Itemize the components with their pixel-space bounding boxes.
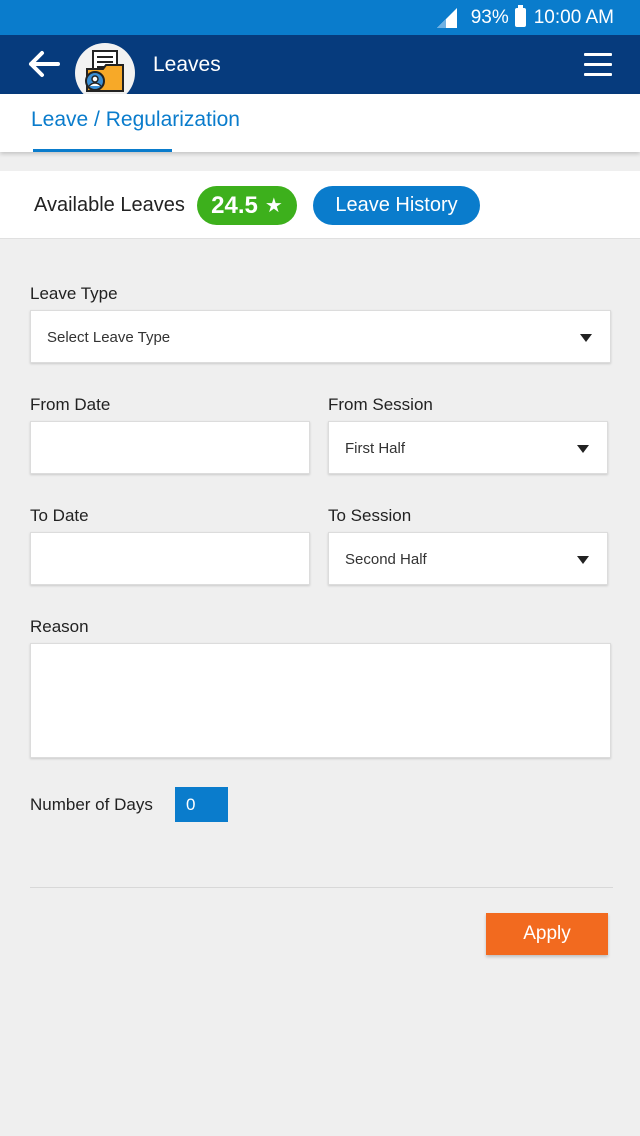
page-title: Leaves — [153, 53, 221, 76]
dropdown-caret-icon — [577, 445, 589, 453]
to-date-field[interactable] — [30, 532, 310, 585]
active-tab-indicator — [33, 149, 172, 152]
tab-leave-regularization[interactable]: Leave / Regularization — [31, 108, 240, 132]
number-of-days-label: Number of Days — [30, 795, 153, 814]
clock: 10:00 AM — [533, 6, 614, 28]
available-leaves-label: Available Leaves — [34, 194, 185, 216]
reason-textarea[interactable] — [30, 643, 611, 758]
leave-type-select[interactable]: Select Leave Type — [30, 310, 611, 363]
dropdown-caret-icon — [580, 334, 592, 342]
from-session-label: From Session — [328, 395, 433, 414]
leave-type-label: Leave Type — [30, 284, 118, 303]
star-icon: ★ — [264, 195, 283, 217]
to-session-value: Second Half — [345, 551, 427, 568]
apply-button[interactable]: Apply — [486, 913, 608, 955]
dropdown-caret-icon — [577, 556, 589, 564]
leave-type-value: Select Leave Type — [47, 329, 171, 346]
reason-label: Reason — [30, 617, 89, 636]
back-arrow-icon[interactable] — [28, 49, 62, 79]
available-leaves-badge: 24.5 ★ — [197, 186, 297, 225]
battery-icon — [514, 5, 526, 27]
number-of-days-value: 0 — [175, 787, 228, 822]
from-session-value: First Half — [345, 440, 405, 457]
signal-icon — [436, 7, 457, 28]
leave-history-button[interactable]: Leave History — [313, 186, 480, 225]
to-date-label: To Date — [30, 506, 89, 525]
available-leaves-value: 24.5 — [211, 191, 258, 219]
status-bar: 93% 10:00 AM — [0, 0, 640, 35]
from-session-select[interactable]: First Half — [328, 421, 608, 474]
divider — [30, 887, 613, 888]
from-date-field[interactable] — [30, 421, 310, 474]
to-session-select[interactable]: Second Half — [328, 532, 608, 585]
app-bar: Leaves — [0, 35, 640, 103]
tab-bar: Leave / Regularization — [0, 94, 640, 152]
battery-percent: 93% — [470, 6, 509, 28]
to-session-label: To Session — [328, 506, 412, 525]
from-date-label: From Date — [30, 395, 111, 414]
menu-icon[interactable] — [584, 53, 612, 77]
leave-summary: Available Leaves 24.5 ★ Leave History — [0, 171, 640, 239]
